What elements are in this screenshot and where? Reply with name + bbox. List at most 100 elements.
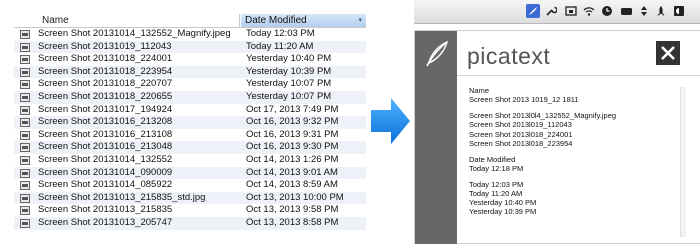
image-file-icon xyxy=(20,130,30,140)
file-name: Screen Shot 20131016_213048 xyxy=(38,141,173,153)
image-file-icon xyxy=(20,92,30,102)
ocr-line: Today 11:20 AM xyxy=(469,188,523,198)
picatext-panel: picatext Name Screen Shot 2013 1019_12 18… xyxy=(414,30,700,244)
file-name: Screen Shot 20131016_213108 xyxy=(38,128,173,140)
file-name: Screen Shot 20131018_223954 xyxy=(38,65,173,77)
ocr-line: Screen Shot 2013l019_112043 xyxy=(469,120,572,130)
file-name: Screen Shot 20131014_085922 xyxy=(38,179,173,191)
image-file-icon xyxy=(20,118,30,128)
file-date-modified: Oct 13, 2013 10:00 PM xyxy=(246,191,344,203)
file-name: Screen Shot 20131018_220707 xyxy=(38,78,173,90)
file-date-modified: Oct 16, 2013 9:31 PM xyxy=(246,128,339,140)
image-file-icon xyxy=(20,218,30,228)
clock-icon[interactable] xyxy=(600,4,614,18)
file-date-modified: Oct 16, 2013 9:32 PM xyxy=(246,116,339,128)
table-row[interactable]: Screen Shot 20131013_205747 Oct 13, 2013 … xyxy=(14,216,366,230)
file-date-modified: Today 12:03 PM xyxy=(246,28,315,39)
close-button[interactable] xyxy=(656,41,680,65)
file-date-modified: Yesterday 10:39 PM xyxy=(246,65,332,77)
table-row[interactable]: Screen Shot 20131017_194924 Oct 17, 2013 … xyxy=(14,104,366,117)
column-header-name[interactable]: Name xyxy=(14,14,240,27)
file-name: Screen Shot 20131018_224001 xyxy=(38,53,173,65)
panel-sidebar xyxy=(415,31,457,244)
table-row[interactable]: Screen Shot 20131014_132552_Magnify.jpeg… xyxy=(14,28,366,41)
file-name: Screen Shot 20131019_112043 xyxy=(38,40,172,52)
ocr-line: Screen Shot 2013l018_224001 xyxy=(469,129,573,139)
header-divider xyxy=(457,75,700,76)
file-rows: Screen Shot 20131014_132552_Magnify.jpeg… xyxy=(14,28,366,230)
ocr-line: Today 12:18 PM xyxy=(469,163,524,173)
file-date-modified: Yesterday 10:40 PM xyxy=(246,53,332,65)
menu-bar xyxy=(414,0,700,24)
table-row[interactable]: Screen Shot 20131016_213108 Oct 16, 2013 … xyxy=(14,129,366,142)
table-row[interactable]: Screen Shot 20131018_220707 Yesterday 10:… xyxy=(14,78,366,91)
file-date-modified: Yesterday 10:07 PM xyxy=(246,90,332,102)
contrast-icon[interactable] xyxy=(672,4,686,18)
close-icon xyxy=(661,46,675,60)
file-name: Screen Shot 20131017_194924 xyxy=(38,103,173,115)
image-file-icon xyxy=(20,193,30,203)
file-date-modified: Oct 13, 2013 9:58 PM xyxy=(246,204,339,216)
wrench-icon[interactable] xyxy=(544,4,558,18)
ocr-line: Yesterday 10:39 PM xyxy=(469,207,537,217)
scrollbar[interactable] xyxy=(680,87,686,237)
ocr-line: Screen Shot 2013l018_223954 xyxy=(469,138,573,148)
ocr-text-output[interactable]: Name Screen Shot 2013 1019_12 1811 Screen … xyxy=(469,86,679,217)
ocr-line: Today 12:03 PM xyxy=(469,179,524,189)
table-row[interactable]: Screen Shot 20131018_220655 Yesterday 10:… xyxy=(14,90,366,104)
ocr-line: Yesterday 10:40 PM xyxy=(469,198,537,208)
table-row[interactable]: Screen Shot 20131013_215835 Oct 13, 2013 … xyxy=(14,204,366,217)
ocr-line: Screen Shot 2013 1019_12 1811 xyxy=(469,95,579,105)
ocr-line: Name xyxy=(469,86,490,95)
file-name: Screen Shot 20131018_220655 xyxy=(38,90,173,102)
drive-icon[interactable] xyxy=(619,4,633,18)
wifi-icon[interactable] xyxy=(582,4,596,18)
table-row[interactable]: Screen Shot 20131018_224001 Yesterday 10:… xyxy=(14,53,366,66)
file-name: Screen Shot 20131014_132552_Magnify.jpeg xyxy=(38,28,231,39)
table-row[interactable]: Screen Shot 20131014_132552 Oct 14, 2013 … xyxy=(14,154,366,167)
file-date-modified: Oct 13, 2013 8:58 PM xyxy=(246,216,339,228)
table-row[interactable]: Screen Shot 20131014_085922 Oct 14, 2013 … xyxy=(14,179,366,192)
image-file-icon xyxy=(20,206,30,216)
battery-icon[interactable] xyxy=(637,4,651,18)
rocket-icon[interactable] xyxy=(654,4,668,18)
file-name: Screen Shot 20131013_215835 xyxy=(38,204,173,216)
column-header-date-modified[interactable]: Date Modified ▾ xyxy=(241,14,366,27)
table-row[interactable]: Screen Shot 20131014_090009 Oct 14, 2013 … xyxy=(14,166,366,180)
table-row[interactable]: Screen Shot 20131013_215835_std.jpg Oct 1… xyxy=(14,191,366,205)
list-header: Name Date Modified ▾ xyxy=(14,14,366,28)
finder-file-list: Name Date Modified ▾ Screen Shot 2013101… xyxy=(14,14,366,238)
file-name: Screen Shot 20131016_213208 xyxy=(38,116,173,128)
table-row[interactable]: Screen Shot 20131018_223954 Yesterday 10:… xyxy=(14,65,366,79)
image-file-icon xyxy=(20,55,30,65)
file-name: Screen Shot 20131013_215835_std.jpg xyxy=(38,191,206,203)
image-file-icon xyxy=(20,155,30,165)
file-date-modified: Oct 14, 2013 1:26 PM xyxy=(246,153,339,165)
image-file-icon xyxy=(20,30,30,39)
image-file-icon xyxy=(20,80,30,90)
file-date-modified: Oct 17, 2013 7:49 PM xyxy=(246,103,339,115)
table-row[interactable]: Screen Shot 20131016_213208 Oct 16, 2013 … xyxy=(14,116,366,129)
image-file-icon xyxy=(20,67,30,77)
sort-descending-icon: ▾ xyxy=(358,17,362,24)
right-arrow-icon xyxy=(371,98,410,144)
feather-logo-icon xyxy=(426,40,449,67)
picatext-feather-icon[interactable] xyxy=(526,4,540,18)
table-row[interactable]: Screen Shot 20131019_112043 Today 11:20 A… xyxy=(14,40,366,54)
image-file-icon xyxy=(20,105,30,115)
file-date-modified: Yesterday 10:07 PM xyxy=(246,78,332,90)
file-date-modified: Oct 14, 2013 8:59 AM xyxy=(246,179,338,191)
image-file-icon xyxy=(20,168,30,178)
file-date-modified: Oct 14, 2013 9:01 AM xyxy=(246,166,338,178)
ocr-line: Date Modified xyxy=(469,154,516,164)
image-file-icon xyxy=(20,143,30,153)
image-file-icon xyxy=(20,181,30,191)
file-date-modified: Oct 16, 2013 9:30 PM xyxy=(246,141,339,153)
app-title: picatext xyxy=(467,43,551,69)
table-row[interactable]: Screen Shot 20131016_213048 Oct 16, 2013 … xyxy=(14,141,366,154)
file-date-modified: Today 11:20 AM xyxy=(246,40,314,52)
file-name: Screen Shot 20131014_132552 xyxy=(38,153,173,165)
file-name: Screen Shot 20131013_205747 xyxy=(38,216,173,228)
column-header-date-label: Date Modified xyxy=(245,15,307,26)
screen-icon[interactable] xyxy=(564,4,578,18)
